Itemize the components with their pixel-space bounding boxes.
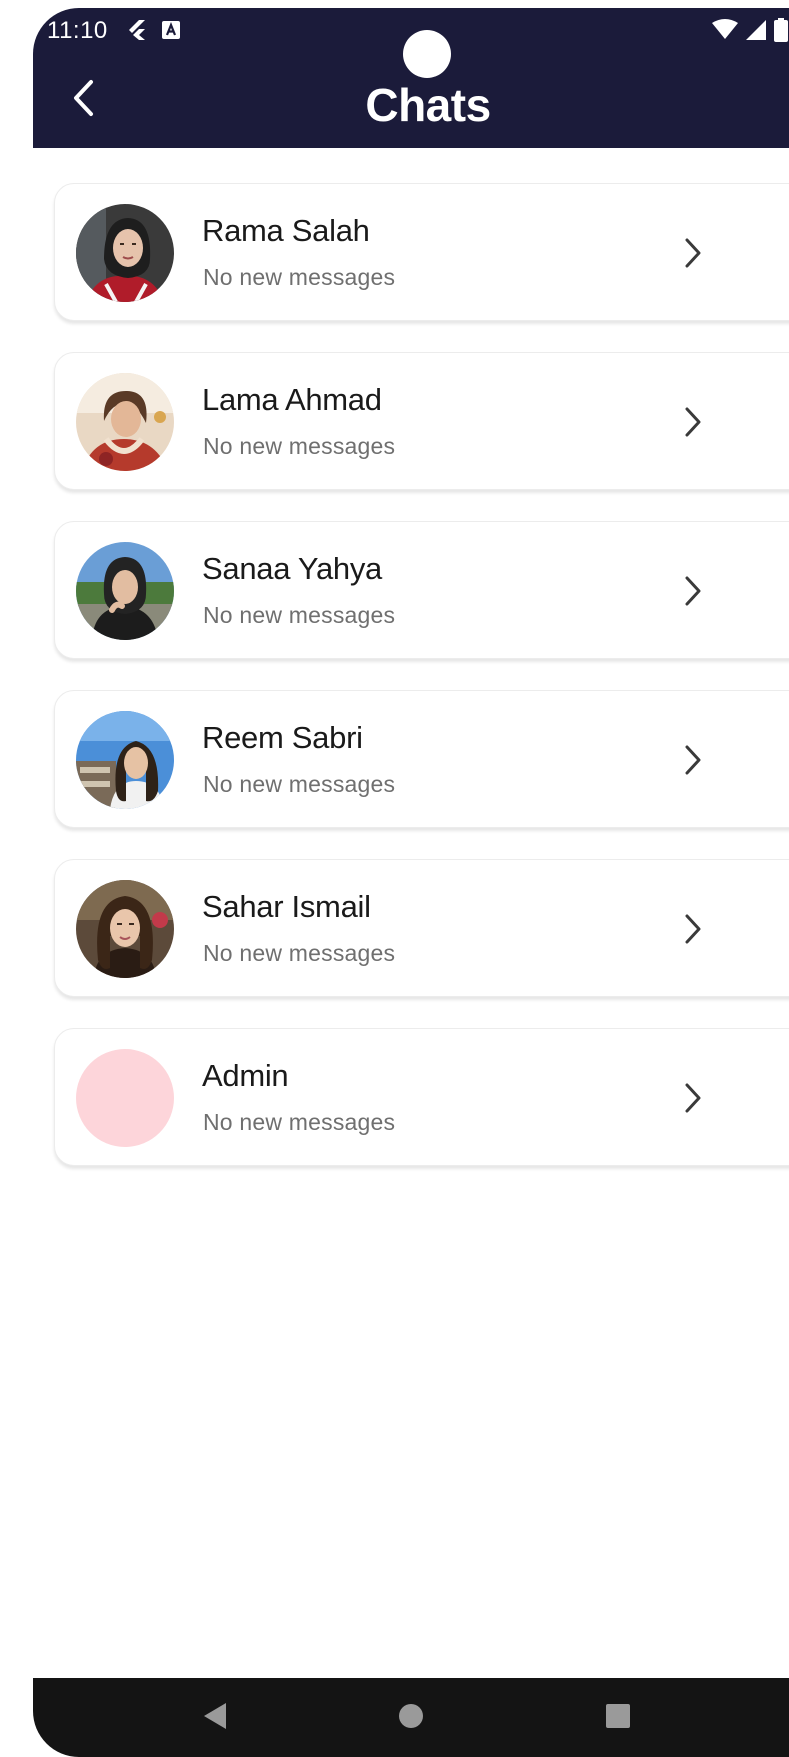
chat-status: No new messages [203, 1109, 396, 1135]
chat-name: Lama Ahmad [202, 382, 382, 417]
nav-home-icon [397, 1702, 425, 1735]
chat-status: No new messages [203, 264, 396, 290]
chat-status: No new messages [203, 433, 396, 459]
chat-name: Admin [202, 1058, 289, 1093]
chat-list: Rama Salah No new messages Lama Ahmad No… [54, 183, 789, 1197]
chat-item-reem-sabri[interactable]: Reem Sabri No new messages [54, 690, 789, 828]
system-nav-bar [33, 1678, 789, 1757]
chat-status: No new messages [203, 940, 396, 966]
status-icons-right [711, 18, 789, 47]
chevron-right-icon [682, 912, 704, 946]
avatar [76, 711, 174, 809]
chevron-right-icon [682, 405, 704, 439]
status-time: 11:10 [47, 17, 108, 44]
chat-name: Rama Salah [202, 213, 370, 248]
chevron-right-icon [682, 1081, 704, 1115]
device-screen: 11:10 Chats Rama Salah No new messages L… [33, 8, 789, 1757]
chevron-right-icon [682, 236, 704, 270]
a-icon [161, 20, 181, 45]
nav-home-button[interactable] [391, 1698, 431, 1738]
chat-status: No new messages [203, 602, 396, 628]
avatar-placeholder [76, 1049, 174, 1147]
nav-back-icon [202, 1701, 228, 1736]
nav-recents-button[interactable] [598, 1698, 638, 1738]
chat-name: Reem Sabri [202, 720, 363, 755]
app-header: 11:10 Chats [33, 8, 789, 148]
signal-icon [745, 19, 767, 46]
avatar [76, 880, 174, 978]
chevron-right-icon [682, 743, 704, 777]
avatar [76, 204, 174, 302]
chat-item-rama-salah[interactable]: Rama Salah No new messages [54, 183, 789, 321]
chat-item-admin[interactable]: Admin No new messages [54, 1028, 789, 1166]
page: 11:10 Chats Rama Salah No new messages L… [0, 0, 789, 1757]
flutter-icon [127, 18, 147, 47]
avatar [76, 373, 174, 471]
chat-name: Sahar Ismail [202, 889, 371, 924]
chevron-right-icon [682, 574, 704, 608]
chat-item-sahar-ismail[interactable]: Sahar Ismail No new messages [54, 859, 789, 997]
status-icons-left [127, 18, 181, 47]
nav-back-button[interactable] [195, 1698, 235, 1738]
chat-status: No new messages [203, 771, 396, 797]
avatar [76, 542, 174, 640]
page-title: Chats [365, 79, 491, 131]
chat-item-lama-ahmad[interactable]: Lama Ahmad No new messages [54, 352, 789, 490]
battery-icon [773, 18, 789, 47]
camera-cutout [403, 30, 451, 78]
chat-name: Sanaa Yahya [202, 551, 382, 586]
wifi-icon [711, 19, 739, 46]
nav-recents-icon [604, 1702, 632, 1735]
chat-item-sanaa-yahya[interactable]: Sanaa Yahya No new messages [54, 521, 789, 659]
